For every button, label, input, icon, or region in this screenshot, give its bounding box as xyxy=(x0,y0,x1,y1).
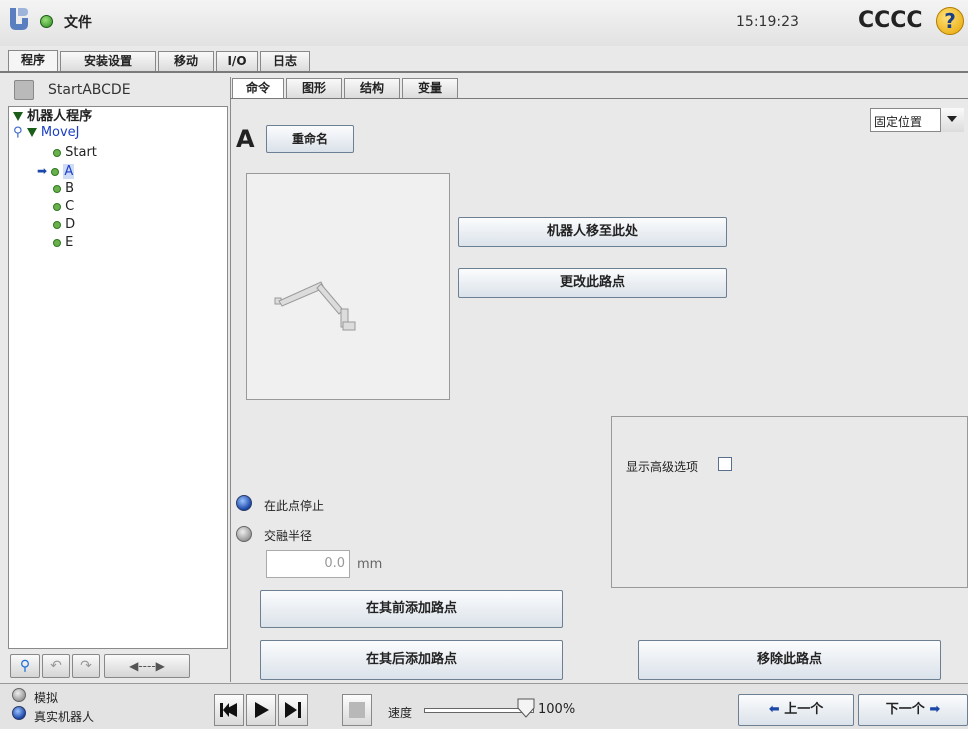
redo-icon[interactable]: ↷ xyxy=(72,654,100,678)
step-icon[interactable] xyxy=(278,694,308,726)
tree-item-movej[interactable]: ⚲ MoveJ xyxy=(13,125,80,141)
tab-installation[interactable]: 安装设置 xyxy=(60,51,156,71)
simulation-radio[interactable] xyxy=(12,688,26,702)
play-icon[interactable] xyxy=(246,694,276,726)
rename-button[interactable]: 重命名 xyxy=(266,125,354,153)
arrow-right-icon: ➡ xyxy=(929,702,941,717)
waypoint-dot-icon xyxy=(51,167,60,176)
tree-item-waypoint[interactable]: D xyxy=(53,217,75,233)
advanced-options-label: 显示高级选项 xyxy=(626,460,699,474)
add-waypoint-after-button[interactable]: 在其后添加路点 xyxy=(260,640,563,680)
tab-variables[interactable]: 变量 xyxy=(402,78,458,98)
robot-status-icon xyxy=(40,15,53,28)
dropdown-arrow-icon[interactable] xyxy=(940,108,964,132)
robot-preview xyxy=(246,173,450,400)
waypoint-dot-icon xyxy=(53,184,61,193)
tree-item-root[interactable]: 机器人程序 xyxy=(13,109,92,125)
waypoint-label: B xyxy=(65,181,75,196)
real-robot-label: 真实机器人 xyxy=(34,710,95,724)
add-waypoint-before-button[interactable]: 在其前添加路点 xyxy=(260,590,563,628)
program-tree: 机器人程序 ⚲ MoveJ Start ➡ A B C D E xyxy=(8,106,228,649)
stop-icon[interactable] xyxy=(342,694,372,726)
tab-log[interactable]: 日志 xyxy=(260,51,310,71)
tree-root-label: 机器人程序 xyxy=(27,109,93,124)
blend-radius-unit: mm xyxy=(357,557,383,572)
speed-value: 100% xyxy=(538,702,576,717)
tree-item-waypoint-selected[interactable]: ➡ A xyxy=(37,163,75,179)
expand-triangle-icon[interactable] xyxy=(26,128,37,137)
move-node-icon[interactable]: ◀----▶ xyxy=(104,654,190,678)
ur-logo-icon xyxy=(10,8,28,30)
tree-item-waypoint[interactable]: E xyxy=(53,235,73,251)
waypoint-label: Start xyxy=(65,145,97,160)
stop-at-point-label: 在此点停止 xyxy=(264,499,325,513)
undo-icon[interactable]: ↶ xyxy=(42,654,70,678)
waypoint-dot-icon xyxy=(53,238,61,247)
waypoint-dot-icon xyxy=(53,220,61,229)
position-mode-value: 固定位置 xyxy=(874,115,923,129)
arrow-left-icon: ⬅ xyxy=(768,702,780,717)
robot-arm-icon xyxy=(274,281,356,331)
real-robot-radio[interactable] xyxy=(12,706,26,720)
speed-label: 速度 xyxy=(388,706,413,720)
expand-triangle-icon[interactable] xyxy=(13,112,23,121)
previous-label: 上一个 xyxy=(784,702,824,717)
tree-branch-icon: ⚲ xyxy=(13,125,23,140)
change-waypoint-button[interactable]: 更改此路点 xyxy=(458,268,727,298)
tab-divider xyxy=(0,71,968,73)
waypoint-label: E xyxy=(65,235,74,250)
simulation-label: 模拟 xyxy=(34,691,59,705)
advanced-options-checkbox[interactable] xyxy=(718,457,732,471)
speed-slider-thumb-icon[interactable] xyxy=(517,698,535,718)
move-robot-here-button[interactable]: 机器人移至此处 xyxy=(458,217,727,247)
stop-at-point-radio[interactable] xyxy=(236,495,252,511)
program-name: StartABCDE xyxy=(48,82,131,98)
subtab-divider xyxy=(230,98,968,99)
tab-command[interactable]: 命令 xyxy=(232,78,284,99)
remove-waypoint-button[interactable]: 移除此路点 xyxy=(638,640,941,680)
current-arrow-icon: ➡ xyxy=(37,164,48,178)
tab-graphics[interactable]: 图形 xyxy=(286,78,342,98)
waypoint-label: D xyxy=(65,217,76,232)
waypoint-dot-icon xyxy=(53,148,61,157)
next-label: 下一个 xyxy=(885,702,925,717)
program-file-icon xyxy=(14,80,34,100)
tree-item-waypoint[interactable]: Start xyxy=(53,145,97,161)
blend-radius-input[interactable]: 0.0 xyxy=(266,550,350,578)
clock: 15:19:23 xyxy=(736,14,799,30)
tab-structure[interactable]: 结构 xyxy=(344,78,400,98)
previous-button[interactable]: ⬅ 上一个 xyxy=(738,694,854,726)
blend-radius-label: 交融半径 xyxy=(264,529,313,543)
next-button[interactable]: 下一个 ➡ xyxy=(858,694,968,726)
advanced-options-panel xyxy=(611,416,968,588)
tree-movej-label: MoveJ xyxy=(40,125,80,140)
tab-move[interactable]: 移动 xyxy=(158,51,214,71)
waypoint-dot-icon xyxy=(53,202,61,211)
help-icon[interactable]: ? xyxy=(936,7,964,35)
waypoint-name: A xyxy=(236,125,255,153)
search-icon[interactable]: ⚲ xyxy=(10,654,40,678)
tree-item-waypoint[interactable]: C xyxy=(53,199,74,215)
tab-io[interactable]: I/O xyxy=(216,51,258,71)
tab-program[interactable]: 程序 xyxy=(8,50,58,72)
blend-radius-radio[interactable] xyxy=(236,526,252,542)
waypoint-label: C xyxy=(65,199,75,214)
robot-name: CCCC xyxy=(858,8,923,33)
rewind-icon[interactable] xyxy=(214,694,244,726)
file-menu[interactable]: 文件 xyxy=(64,12,92,32)
top-bar xyxy=(0,0,968,46)
tree-item-waypoint[interactable]: B xyxy=(53,181,74,197)
waypoint-label: A xyxy=(63,164,75,179)
